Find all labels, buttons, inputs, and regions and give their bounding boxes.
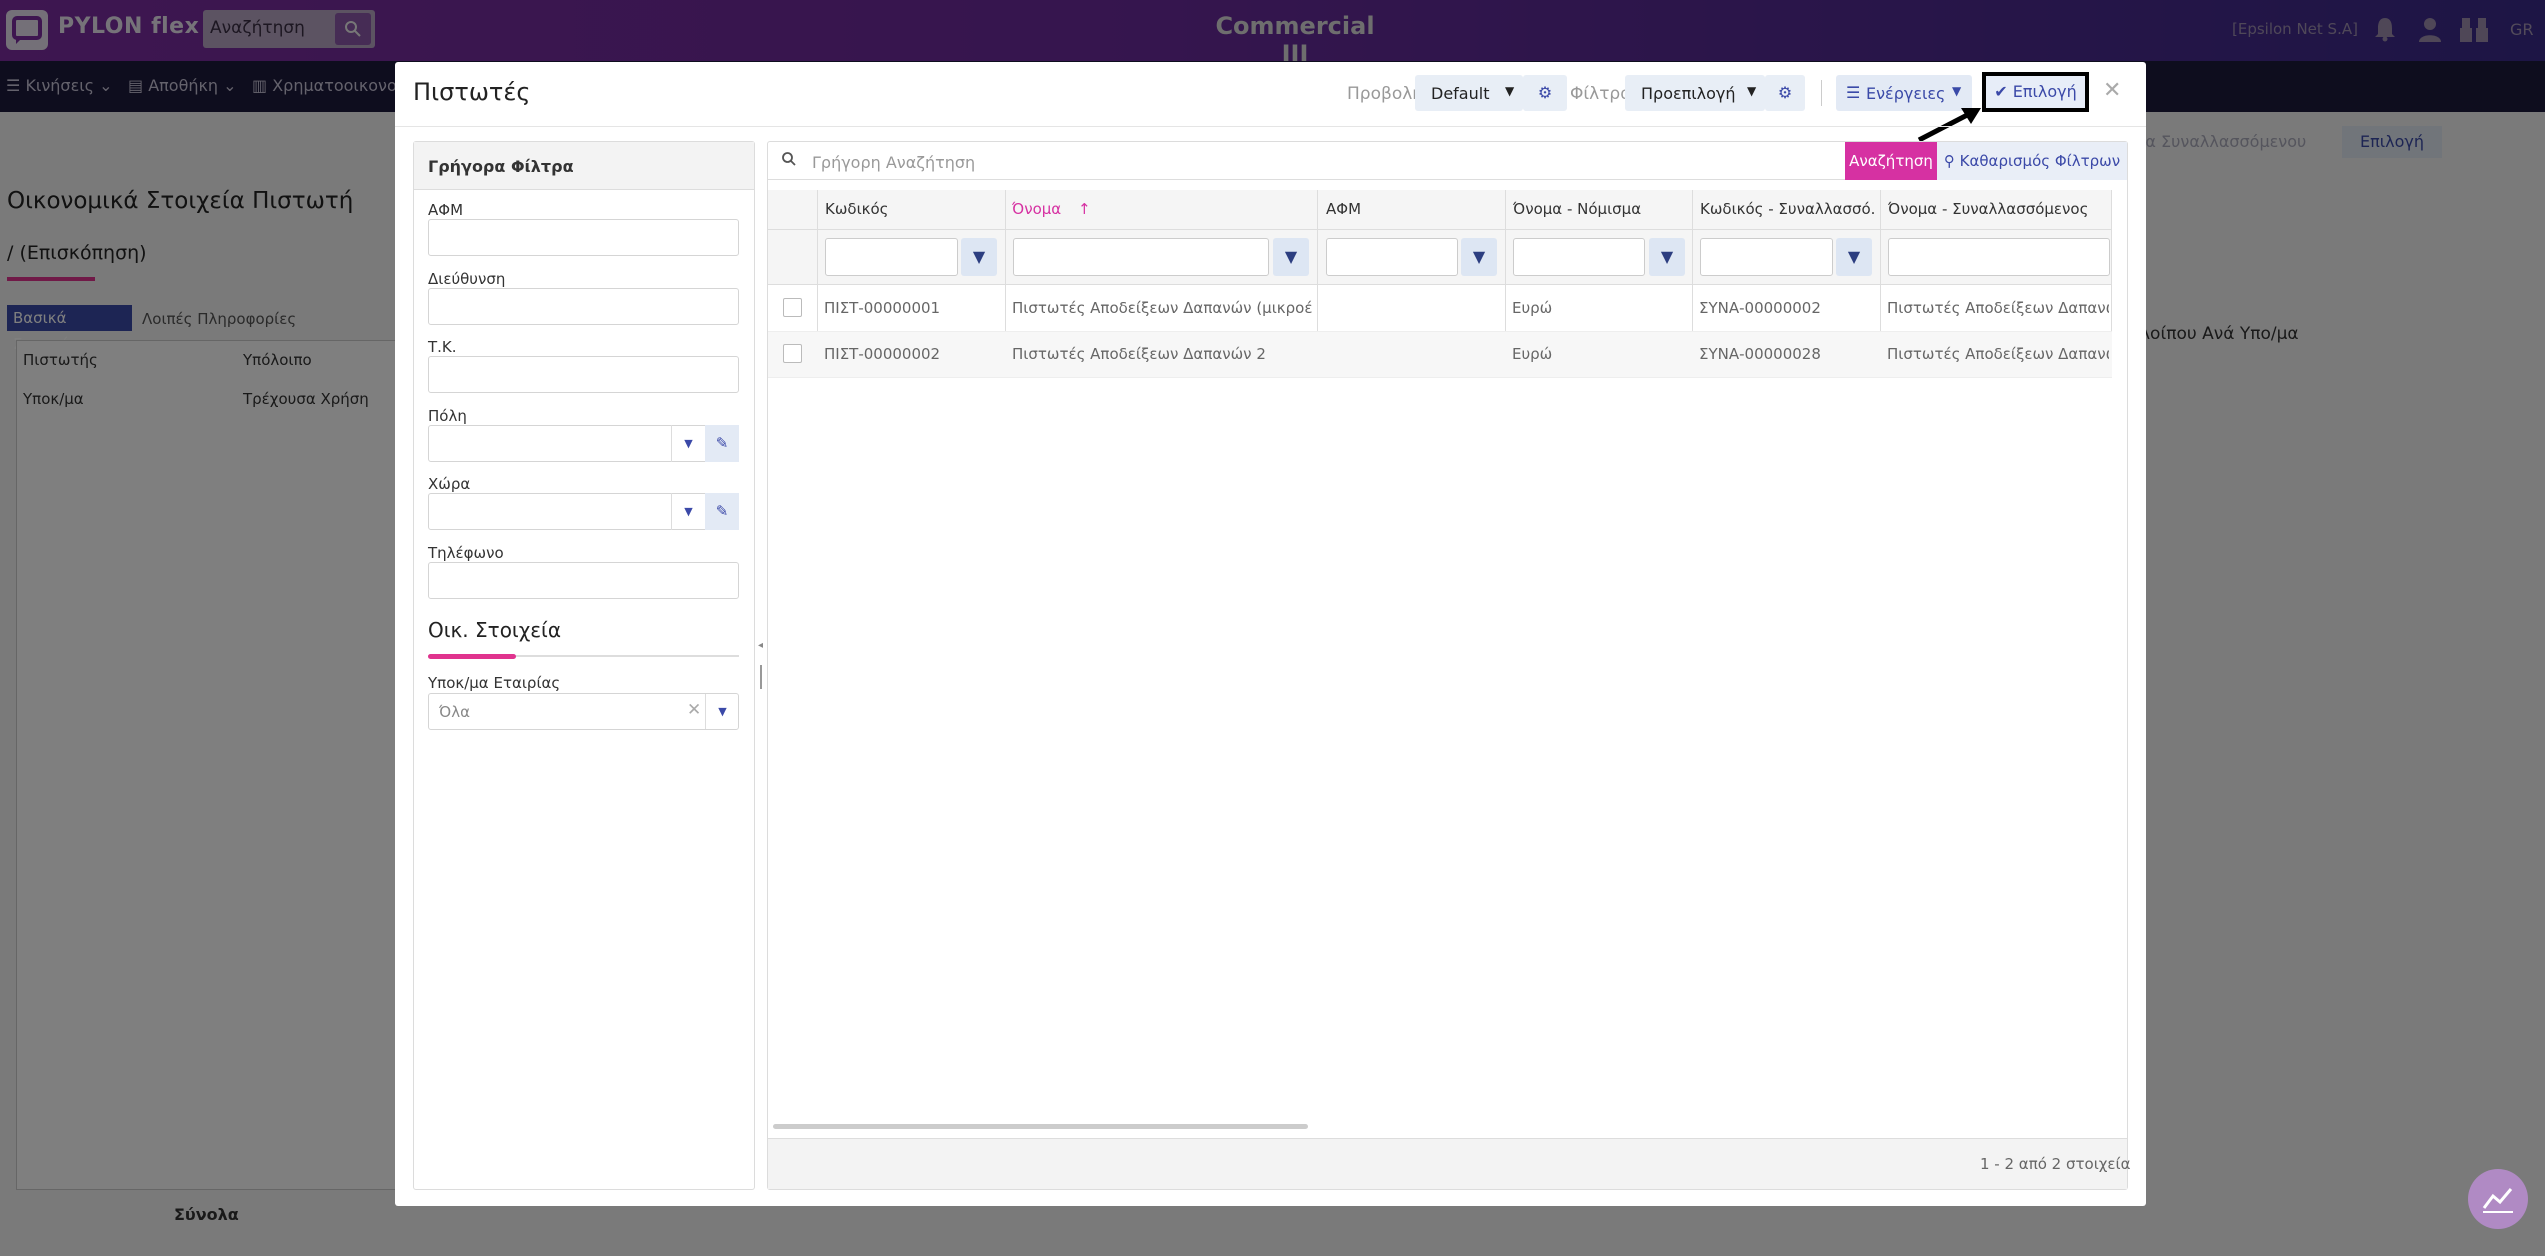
column-header-currency[interactable]: Όνομα - Νόμισμα (1513, 200, 1688, 218)
quick-search-input[interactable]: Γρήγορη Αναζήτηση (812, 153, 975, 172)
filter-clear-icon: ⚲ (1943, 152, 1960, 170)
entity-code-filter-input[interactable] (1700, 238, 1833, 276)
caret-down-icon[interactable]: ▼ (671, 493, 705, 530)
afm-field[interactable] (428, 219, 739, 256)
zip-label: Τ.Κ. (428, 338, 457, 356)
currency-filter-input[interactable] (1513, 238, 1645, 276)
row-checkbox[interactable] (783, 344, 802, 363)
column-header-entity-name[interactable]: Όνομα - Συναλλασσόμενος (1888, 200, 2108, 218)
afm-filter-input[interactable] (1326, 238, 1458, 276)
cell-name: Πιστωτές Αποδείξεων Δαπανών 2 (1012, 345, 1266, 363)
name-filter-input[interactable] (1013, 238, 1269, 276)
select-label: Επιλογή (2012, 82, 2077, 101)
filter-icon[interactable]: ▼ (961, 238, 997, 276)
country-label: Χώρα (428, 475, 471, 493)
panel-resize-handle[interactable] (760, 665, 762, 689)
caret-down-icon[interactable]: ▼ (671, 425, 705, 462)
cell-name: Πιστωτές Αποδείξεων Δαπανών (μικροέξ... (1012, 299, 1312, 317)
column-header-name[interactable]: Όνομα (1012, 200, 1072, 218)
financial-section-heading: Οικ. Στοιχεία (428, 618, 562, 642)
subsidiary-dropdown[interactable]: Όλα ✕ ▼ (428, 693, 739, 730)
zip-field[interactable] (428, 356, 739, 393)
quick-filters-title: Γρήγορα Φίλτρα (428, 157, 574, 176)
filter-icon[interactable]: ▼ (1461, 238, 1497, 276)
cell-entity-code: ΣΥΝΑ-00000002 (1699, 299, 1821, 317)
caret-down-icon: ▼ (1505, 84, 1515, 98)
cell-entity-name: Πιστωτές Αποδείξεων Δαπανών (1887, 345, 2109, 363)
clear-filters-label: Καθαρισμός Φίλτρων (1959, 152, 2121, 170)
list-icon: ☰ (1846, 83, 1861, 102)
phone-field[interactable] (428, 562, 739, 599)
afm-label: ΑΦΜ (428, 201, 464, 219)
address-label: Διεύθυνση (428, 270, 506, 288)
filters-settings-gear-icon[interactable]: ⚙ (1765, 75, 1805, 111)
cell-code: ΠΙΣΤ-00000001 (824, 299, 941, 317)
phone-label: Τηλέφωνο (428, 544, 504, 562)
city-label: Πόλη (428, 407, 467, 425)
subsidiary-value: Όλα (439, 703, 470, 721)
filters-label: Φίλτρα (1570, 84, 1632, 104)
address-field[interactable] (428, 288, 739, 325)
grid-footer (768, 1138, 2127, 1189)
search-button[interactable]: Αναζήτηση (1845, 142, 1937, 180)
view-settings-gear-icon[interactable]: ⚙ (1523, 75, 1567, 111)
modal-title: Πιστωτές (413, 78, 531, 106)
filters-value: Προεπιλογή (1641, 84, 1736, 103)
close-icon[interactable]: ✕ (2103, 78, 2121, 103)
filter-icon[interactable]: ▼ (1273, 238, 1309, 276)
horizontal-scrollbar[interactable] (773, 1124, 1308, 1129)
search-icon (781, 151, 797, 171)
clear-filters-button[interactable]: ⚲ Καθαρισμός Φίλτρων (1937, 142, 2127, 180)
collapse-panel-icon[interactable]: ◂ (758, 640, 763, 651)
cell-entity-code: ΣΥΝΑ-00000028 (1699, 345, 1821, 363)
cell-entity-name: Πιστωτές Αποδείξεων Δαπανών (1887, 299, 2109, 317)
clear-icon[interactable]: ✕ (687, 700, 701, 720)
cell-currency: Ευρώ (1512, 345, 1553, 363)
view-value: Default (1431, 84, 1490, 103)
toolbar-divider (1821, 80, 1822, 106)
sort-ascending-icon[interactable]: ↑ (1078, 200, 1092, 218)
view-dropdown[interactable]: Default ▼ (1415, 75, 1523, 111)
filter-icon[interactable]: ▼ (1649, 238, 1685, 276)
column-header-entity-code[interactable]: Κωδικός - Συναλλασσό... (1700, 200, 1876, 218)
cell-code: ΠΙΣΤ-00000002 (824, 345, 941, 363)
filters-dropdown[interactable]: Προεπιλογή ▼ (1625, 75, 1765, 111)
view-label: Προβολή (1347, 84, 1424, 104)
section-accent (428, 654, 516, 659)
modal-header-divider (395, 126, 2146, 127)
row-checkbox[interactable] (783, 298, 802, 317)
caret-down-icon: ▼ (1747, 84, 1757, 98)
check-icon: ✔ (1994, 82, 2013, 101)
pencil-icon[interactable]: ✎ (705, 493, 739, 530)
select-button[interactable]: ✔ Επιλογή (1982, 72, 2089, 112)
cell-currency: Ευρώ (1512, 299, 1553, 317)
column-header-code[interactable]: Κωδικός (825, 200, 1000, 218)
pencil-icon[interactable]: ✎ (705, 425, 739, 462)
pager-info: 1 - 2 από 2 στοιχεία (1980, 1155, 2131, 1173)
caret-down-icon[interactable]: ▼ (705, 694, 739, 729)
chart-icon[interactable] (2468, 1169, 2528, 1229)
entity-name-filter-input[interactable] (1888, 238, 2110, 276)
column-header-afm[interactable]: ΑΦΜ (1326, 200, 1501, 218)
actions-label: Ενέργειες (1866, 84, 1946, 103)
subsidiary-label: Υποκ/μα Εταιρίας (428, 674, 561, 692)
code-filter-input[interactable] (825, 238, 958, 276)
filter-icon[interactable]: ▼ (1836, 238, 1872, 276)
caret-down-icon: ▼ (1952, 84, 1962, 98)
annotation-arrow-icon (1917, 108, 1981, 143)
